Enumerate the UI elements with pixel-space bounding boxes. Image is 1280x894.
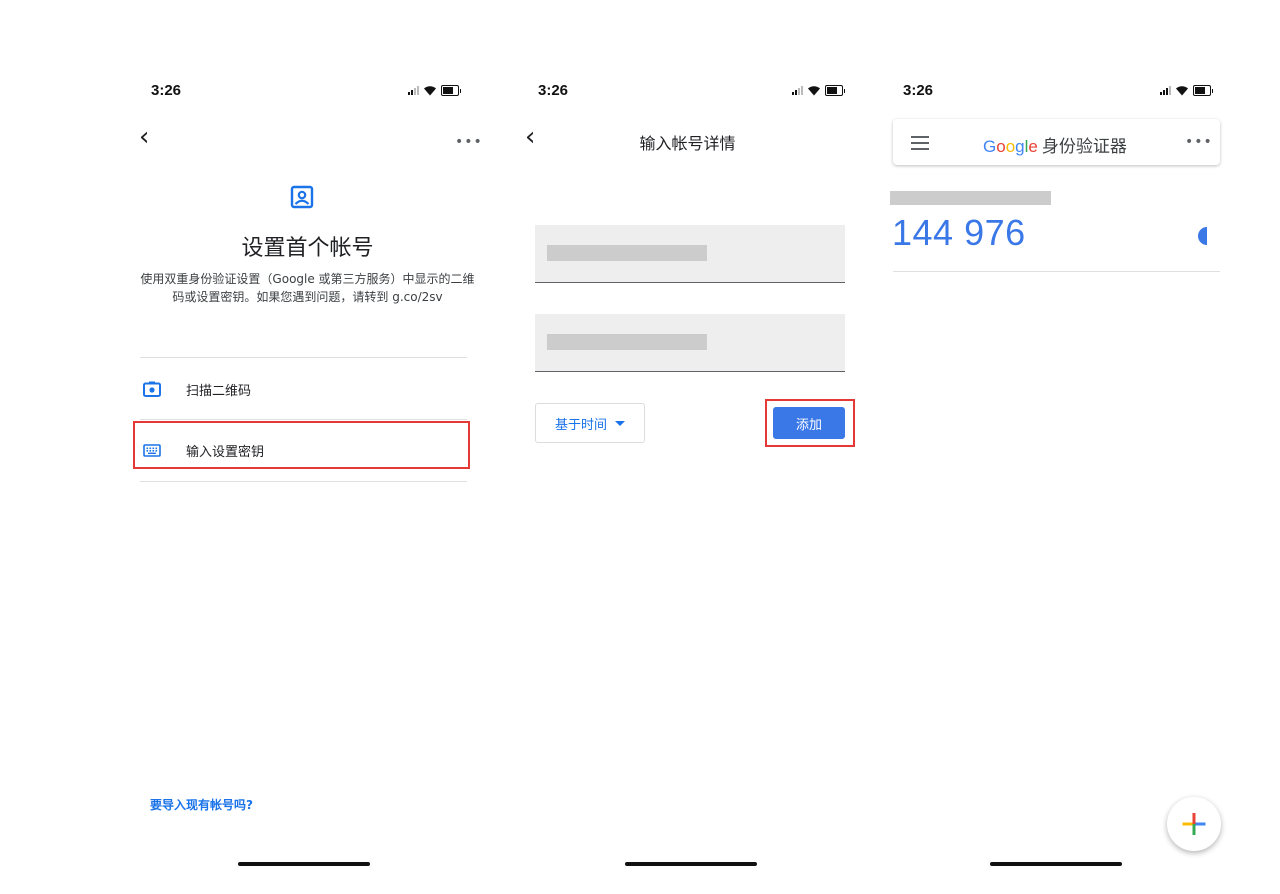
plus-icon (1182, 813, 1206, 835)
divider (893, 271, 1220, 272)
otp-code[interactable]: 144 976 (892, 212, 1026, 254)
menu-icon[interactable] (911, 136, 929, 154)
status-time: 3:26 (903, 82, 934, 99)
key-type-dropdown[interactable]: 基于时间 (535, 403, 645, 443)
dropdown-label: 基于时间 (554, 417, 607, 433)
wifi-icon (424, 85, 436, 95)
highlight-box (133, 421, 470, 469)
redacted-account-name (890, 191, 1051, 205)
screen-authenticator-codes: 3:26 Google 身份验证器 ••• 144 976 (880, 62, 1245, 880)
app-title: Google 身份验证器 (983, 132, 1127, 157)
divider (140, 481, 467, 482)
battery-icon (1193, 84, 1213, 96)
more-icon[interactable]: ••• (1185, 134, 1213, 150)
signal-icon (792, 85, 803, 95)
redacted-value (547, 334, 707, 350)
option-label: 扫描二维码 (186, 383, 252, 399)
divider (140, 419, 467, 420)
home-indicator (625, 862, 757, 866)
status-icons (408, 84, 461, 96)
option-scan-qr[interactable]: 扫描二维码 (140, 367, 470, 411)
chevron-down-icon (615, 420, 625, 426)
signal-icon (1160, 85, 1171, 95)
battery-icon (825, 84, 845, 96)
camera-icon (140, 381, 164, 397)
status-time: 3:26 (538, 82, 569, 99)
google-logo: Google (983, 137, 1038, 156)
secret-key-field[interactable] (535, 314, 845, 372)
app-title-text: 身份验证器 (1041, 137, 1127, 157)
description-text: 使用双重身份验证设置（Google 或第三方服务）中显示的二维码或设置密钥。如果… (140, 272, 475, 304)
screen-setup-first-account: 3:26 ‹ ••• 设置首个帐号 使用双重身份验证设置（Google 或第三方… (125, 62, 490, 880)
status-time: 3:26 (151, 82, 182, 99)
page-title: 输入帐号详情 (639, 134, 736, 153)
signal-icon (408, 85, 419, 95)
add-account-fab[interactable] (1167, 797, 1221, 851)
countdown-timer-icon (1198, 227, 1207, 245)
account-name-field[interactable] (535, 225, 845, 283)
home-indicator (238, 862, 370, 866)
screen-enter-account-details: 3:26 ‹ 输入帐号详情 基于时间 添加 (515, 62, 860, 880)
import-accounts-link[interactable]: 要导入现有帐号吗? (150, 796, 253, 813)
status-icons (1160, 84, 1213, 96)
home-indicator (990, 862, 1122, 866)
wifi-icon (1176, 85, 1188, 95)
divider (140, 357, 467, 358)
back-icon[interactable]: ‹ (139, 124, 149, 150)
wifi-icon (808, 85, 820, 95)
redacted-value (547, 245, 707, 261)
battery-icon (441, 84, 461, 96)
page-title: 设置首个帐号 (241, 235, 374, 260)
highlight-box (765, 399, 855, 447)
status-icons (792, 84, 845, 96)
app-bar: Google 身份验证器 ••• (893, 119, 1220, 165)
more-icon[interactable]: ••• (455, 134, 483, 150)
account-box-icon (290, 185, 314, 209)
